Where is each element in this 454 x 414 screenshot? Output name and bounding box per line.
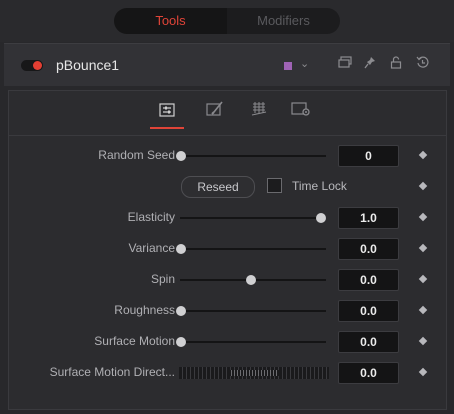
tool-name: pBounce1	[56, 57, 120, 73]
lock-icon[interactable]	[390, 56, 402, 73]
surface-motion-slider-track[interactable]	[180, 341, 326, 343]
variance-slider-track[interactable]	[180, 248, 326, 250]
toggle-dot	[33, 61, 42, 70]
variance-label: Variance	[128, 241, 175, 255]
windows-icon[interactable]	[338, 56, 352, 72]
keyframe-diamond-icon[interactable]	[418, 274, 428, 284]
tool-header: pBounce1 ⌄	[4, 43, 450, 86]
reseed-button[interactable]: Reseed	[181, 176, 255, 198]
tool-tabs: Tools Modifiers	[114, 8, 340, 34]
region-tab[interactable]	[246, 101, 272, 125]
keyframe-diamond-icon[interactable]	[418, 305, 428, 315]
random-seed-value[interactable]: 0	[338, 145, 399, 167]
random-seed-row: Random Seed 0	[9, 143, 446, 169]
pin-icon[interactable]	[364, 56, 376, 73]
brush-icon	[206, 101, 223, 116]
variance-slider-knob[interactable]	[176, 244, 186, 254]
tab-modifiers[interactable]: Modifiers	[227, 8, 340, 34]
time-lock-checkbox[interactable]	[267, 178, 282, 193]
surface-motion-direction-thumbwheel[interactable]	[179, 367, 329, 379]
settings-tab[interactable]	[288, 101, 314, 125]
roughness-slider-knob[interactable]	[176, 306, 186, 316]
tab-tools[interactable]: Tools	[114, 8, 227, 34]
random-seed-slider-track[interactable]	[180, 155, 326, 157]
keyframe-diamond-icon[interactable]	[418, 212, 428, 222]
surface-motion-direction-value[interactable]: 0.0	[338, 362, 399, 384]
elasticity-value[interactable]: 1.0	[338, 207, 399, 229]
surface-motion-row: Surface Motion 0.0	[9, 329, 446, 355]
elasticity-label: Elasticity	[127, 210, 175, 224]
keyframe-diamond-icon[interactable]	[418, 243, 428, 253]
surface-motion-direction-label: Surface Motion Direct...	[49, 365, 175, 379]
roughness-slider-track[interactable]	[180, 310, 326, 312]
spin-label: Spin	[150, 272, 175, 286]
panel-tabs	[9, 91, 446, 136]
reset-icon[interactable]	[416, 56, 429, 73]
random-seed-label: Random Seed	[98, 148, 175, 162]
roughness-label: Roughness	[114, 303, 175, 317]
spin-value[interactable]: 0.0	[338, 269, 399, 291]
random-seed-slider-knob[interactable]	[176, 151, 186, 161]
grid-icon	[251, 102, 267, 116]
gear-icon	[291, 102, 310, 116]
thumbwheel-center	[229, 370, 279, 376]
time-lock-label: Time Lock	[292, 179, 347, 193]
surface-motion-direction-row: Surface Motion Direct... 0.0	[9, 360, 446, 386]
keyframe-diamond-icon[interactable]	[418, 150, 428, 160]
variance-row: Variance 0.0	[9, 236, 446, 262]
surface-motion-label: Surface Motion	[94, 334, 175, 348]
top-bar: Tools Modifiers	[0, 0, 454, 42]
tool-enable-toggle[interactable]	[21, 60, 43, 71]
style-tab[interactable]	[202, 101, 228, 125]
elasticity-slider-track[interactable]	[180, 217, 326, 219]
keyframe-diamond-icon[interactable]	[418, 367, 428, 377]
variance-value[interactable]: 0.0	[338, 238, 399, 260]
elasticity-slider-knob[interactable]	[316, 213, 326, 223]
surface-motion-slider-knob[interactable]	[176, 337, 186, 347]
surface-motion-value[interactable]: 0.0	[338, 331, 399, 353]
roughness-value[interactable]: 0.0	[338, 300, 399, 322]
color-swatch[interactable]	[284, 62, 292, 70]
inspector-panel: Random Seed 0 Reseed Time Lock Elasticit…	[8, 90, 447, 410]
elasticity-row: Elasticity 1.0	[9, 205, 446, 231]
roughness-row: Roughness 0.0	[9, 298, 446, 324]
chevron-down-icon[interactable]: ⌄	[300, 56, 309, 72]
spin-slider-knob[interactable]	[246, 275, 256, 285]
spin-row: Spin 0.0	[9, 267, 446, 293]
controls-tab[interactable]	[150, 101, 184, 129]
keyframe-diamond-icon[interactable]	[418, 181, 428, 191]
keyframe-diamond-icon[interactable]	[418, 336, 428, 346]
reseed-row: Reseed Time Lock	[9, 174, 446, 200]
sliders-icon	[159, 103, 175, 117]
